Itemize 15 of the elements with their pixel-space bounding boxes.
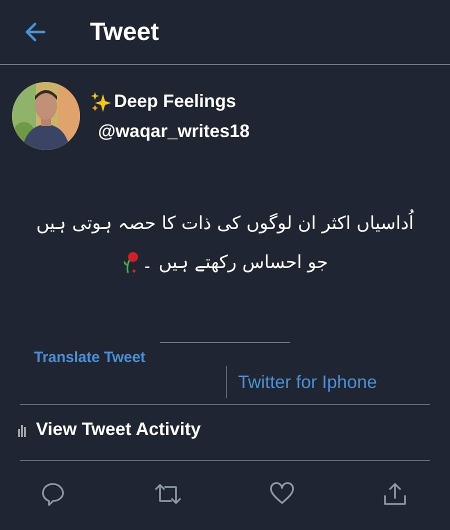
translate-link[interactable]: Translate Tweet xyxy=(34,349,450,366)
view-activity-link[interactable]: View Tweet Activity xyxy=(36,419,201,440)
wilted-rose-icon xyxy=(122,250,140,274)
user-handle: @waqar_writes18 xyxy=(98,120,250,142)
bar-chart-icon xyxy=(18,422,28,436)
reply-icon[interactable] xyxy=(40,481,66,507)
source-link[interactable]: Twitter for Iphone xyxy=(238,372,378,392)
back-arrow-icon[interactable] xyxy=(24,22,46,42)
display-name: Deep Feelings xyxy=(114,91,236,112)
sparkles-icon xyxy=(90,90,112,112)
heart-icon[interactable] xyxy=(269,481,296,505)
retweet-icon[interactable] xyxy=(152,481,183,507)
tweet-text: جو احساس رکھتے ہیں ۔ xyxy=(142,251,328,273)
screen-title: Tweet xyxy=(90,18,159,46)
share-icon[interactable] xyxy=(382,481,408,507)
